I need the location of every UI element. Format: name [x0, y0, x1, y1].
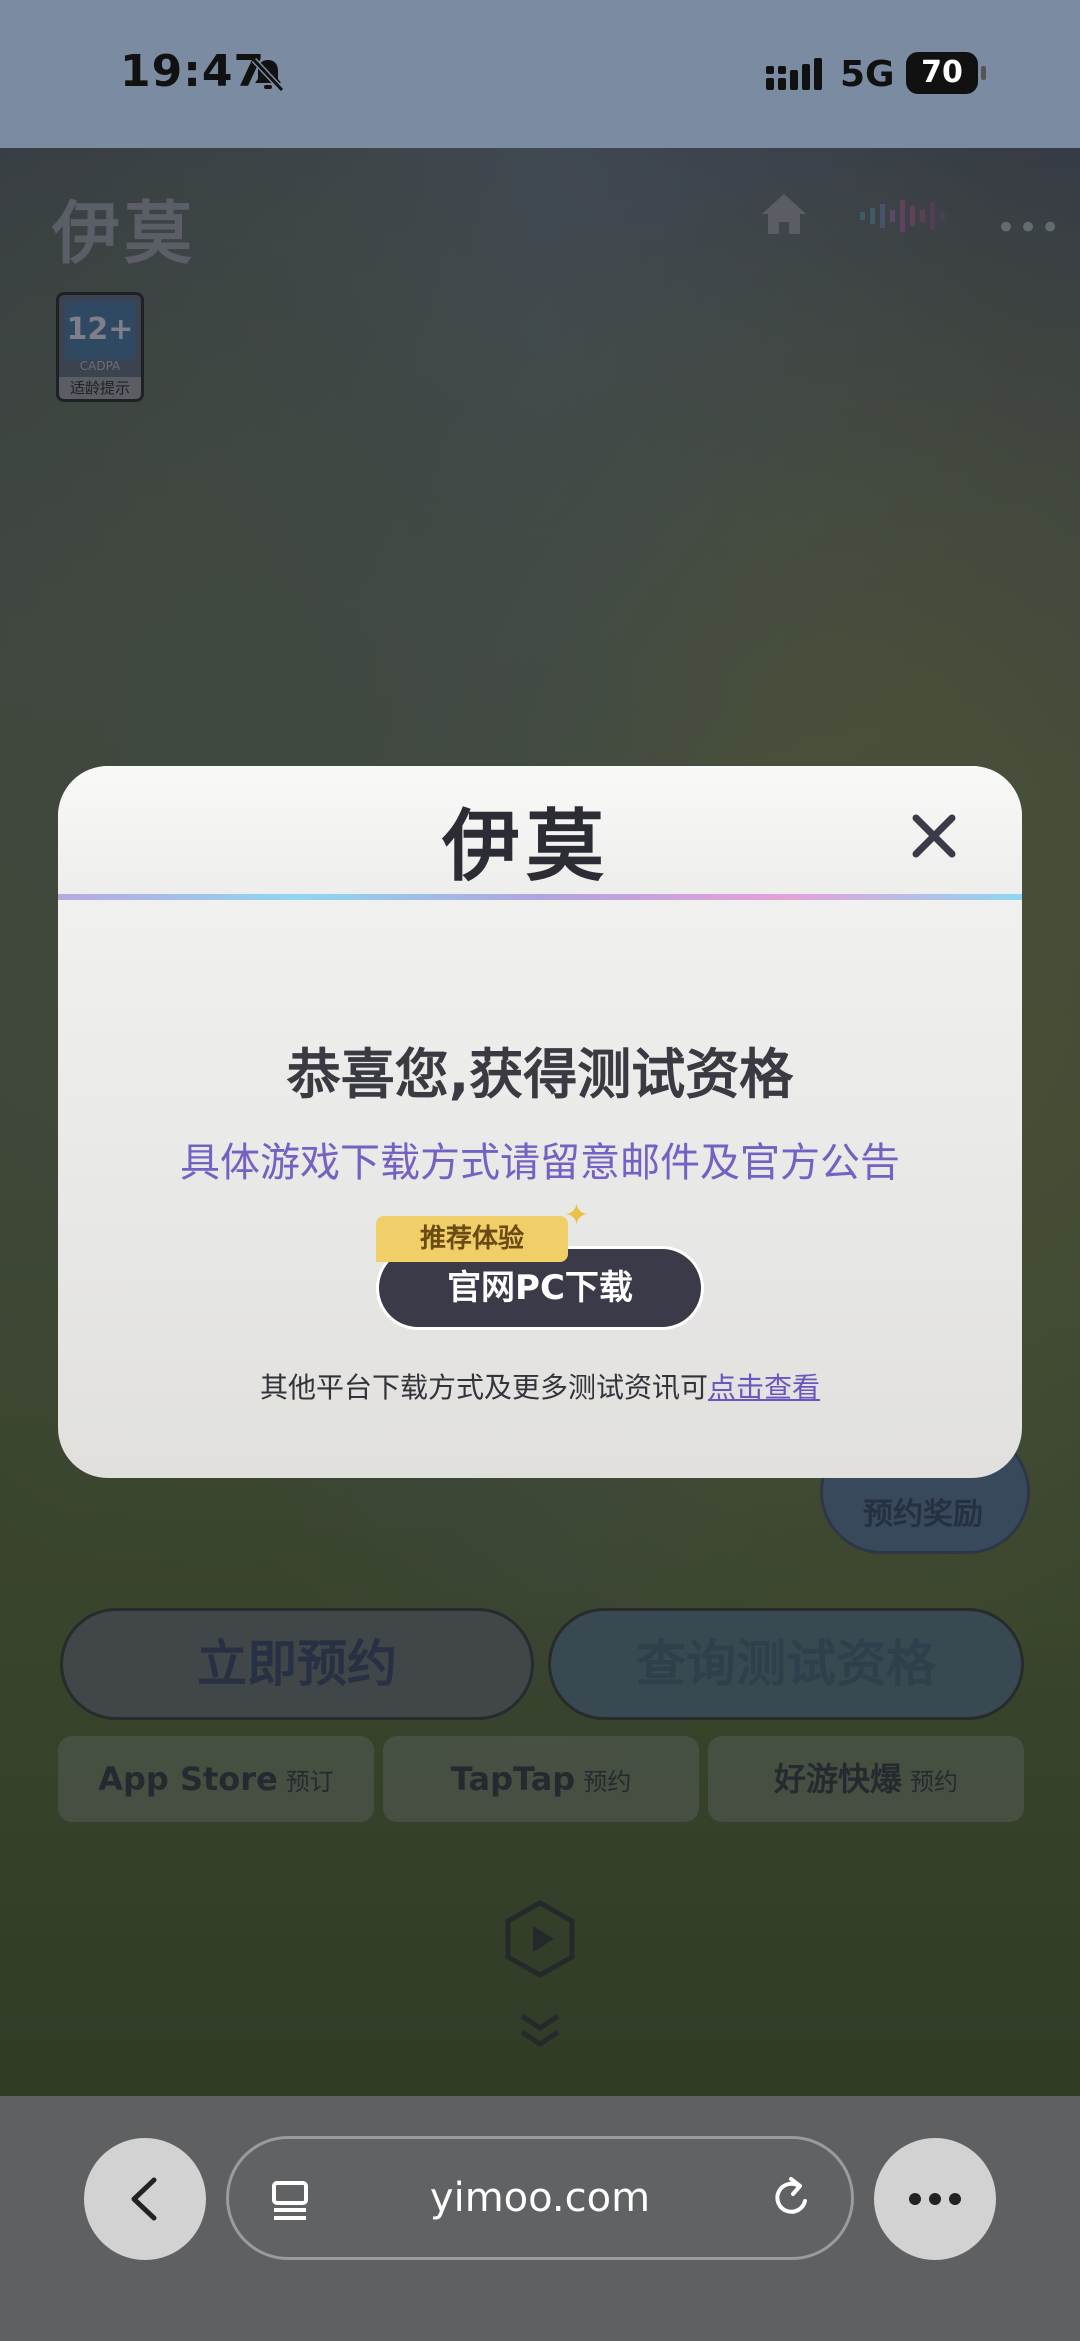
url-text: yimoo.com: [429, 2175, 651, 2221]
battery-indicator: 70: [906, 52, 986, 94]
footer-text: 其他平台下载方式及更多测试资讯可: [259, 1371, 708, 1404]
more-horizontal-icon: [909, 2193, 961, 2205]
status-bar: 19:47 5G 70: [0, 0, 1080, 148]
address-bar[interactable]: yimoo.com: [226, 2136, 854, 2260]
sparkle-icon: ✦: [564, 1198, 590, 1233]
close-icon[interactable]: [906, 808, 962, 864]
menu-button[interactable]: [874, 2138, 996, 2260]
reload-icon[interactable]: [769, 2175, 815, 2221]
modal-footer: 其他平台下载方式及更多测试资讯可点击查看: [58, 1366, 1022, 1406]
network-type: 5G: [840, 54, 895, 95]
qualification-modal: 伊莫 恭喜您,获得测试资格 具体游戏下载方式请留意邮件及官方公告 官网PC下载 …: [58, 766, 1022, 1478]
signal-icon: [766, 58, 822, 90]
view-more-link[interactable]: 点击查看: [708, 1371, 820, 1404]
modal-header: 伊莫: [58, 766, 1022, 896]
status-time: 19:47: [120, 46, 266, 97]
chevron-left-icon: [131, 2177, 157, 2221]
recommend-tag: 推荐体验: [376, 1216, 568, 1262]
rainbow-divider: [58, 894, 1022, 900]
modal-logo: 伊莫: [442, 801, 611, 892]
bell-muted-icon: [251, 57, 285, 93]
modal-subtitle: 具体游戏下载方式请留意邮件及官方公告: [180, 1140, 900, 1186]
browser-toolbar: yimoo.com: [0, 2096, 1080, 2341]
back-button[interactable]: [84, 2138, 206, 2260]
modal-title: 恭喜您,获得测试资格: [286, 1043, 794, 1106]
